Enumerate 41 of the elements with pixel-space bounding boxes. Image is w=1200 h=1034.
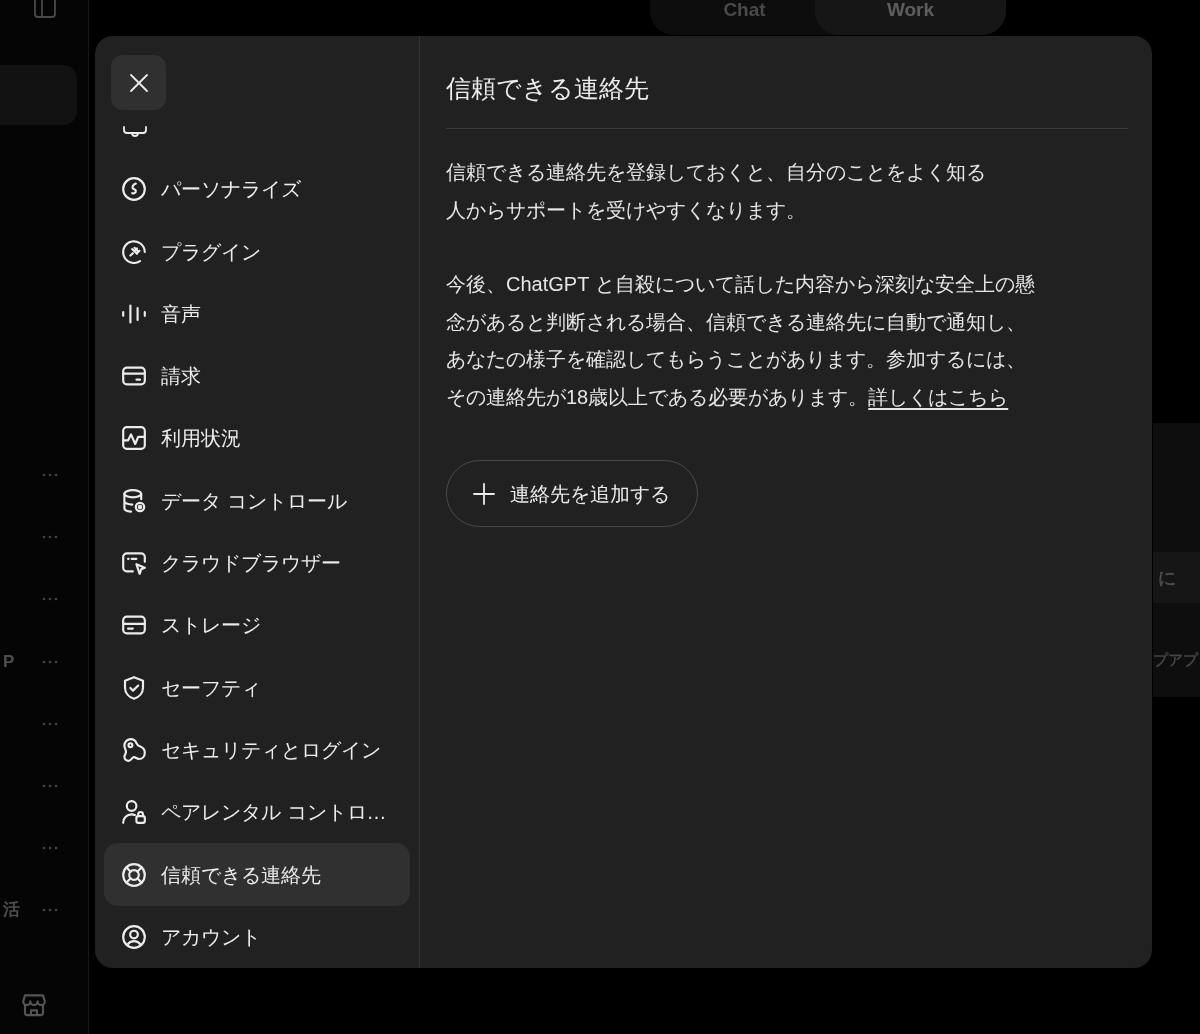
nav-item[interactable]: ペアレンタル コントロ… — [104, 781, 410, 844]
dialog-title: 信頼できる連絡先 — [446, 73, 649, 104]
user-circle-icon — [122, 924, 146, 949]
sidebar-toggle-icon — [34, 0, 56, 18]
ellipsis-icon — [42, 784, 58, 789]
line-chart-icon — [122, 426, 146, 451]
browser-cursor-icon — [122, 551, 146, 576]
nav-item[interactable]: パーソナライズ — [104, 158, 410, 221]
ellipsis-icon — [42, 597, 58, 602]
ellipsis-icon — [42, 659, 58, 664]
nav-item[interactable]: セーフティ — [104, 656, 410, 719]
nav-item[interactable]: クラウドブラウザー — [104, 531, 410, 595]
close-icon — [128, 72, 149, 93]
shield-check-icon — [122, 675, 146, 700]
ellipsis-icon — [42, 846, 58, 851]
shop-icon — [22, 993, 46, 1017]
nav-item[interactable]: 音声 — [104, 282, 410, 346]
close-button[interactable] — [111, 55, 166, 110]
plug-circle-icon — [122, 239, 146, 264]
swirl-circle-icon — [122, 177, 146, 202]
learn-more-link[interactable]: 詳しくはこちら — [868, 385, 1009, 408]
ellipsis-icon — [42, 473, 58, 478]
ellipsis-icon — [42, 535, 58, 540]
lifebuoy-icon — [122, 862, 146, 887]
ellipsis-icon — [42, 908, 58, 913]
nav-item[interactable]: 利用状況 — [104, 407, 410, 470]
nav-item[interactable]: 信頼できる連絡先 — [104, 843, 410, 906]
database-gear-icon — [122, 488, 146, 513]
bell-icon — [123, 125, 147, 139]
nav-item[interactable]: データ コントロール — [104, 469, 410, 532]
description-text: 信頼できる連絡先を登録しておくと、自分のことをよく知る人からサポートを受けやすくなります。 — [446, 160, 987, 223]
nav-item[interactable]: プラグイン — [104, 220, 410, 283]
nav-item[interactable]: アカウント — [104, 905, 410, 968]
ellipsis-icon — [42, 721, 58, 726]
blob-outline-icon — [122, 737, 146, 762]
plus-icon — [473, 482, 495, 505]
nav-item[interactable]: セキュリティとログイン — [104, 718, 410, 782]
nav-item[interactable]: ストレージ — [104, 594, 410, 657]
description-text: 今後、ChatGPT と自殺について話した内容から深刻な安全上の懸念があると判断される場合、信頼できる連絡先に自動で通知し、あなたの様子を確認してもらうことがあります。参加するには、その連絡先が18歳以上である必要があります。詳しくはこちら — [446, 272, 1036, 410]
nav-item[interactable]: 請求 — [104, 345, 410, 408]
user-lock-icon — [122, 800, 146, 825]
